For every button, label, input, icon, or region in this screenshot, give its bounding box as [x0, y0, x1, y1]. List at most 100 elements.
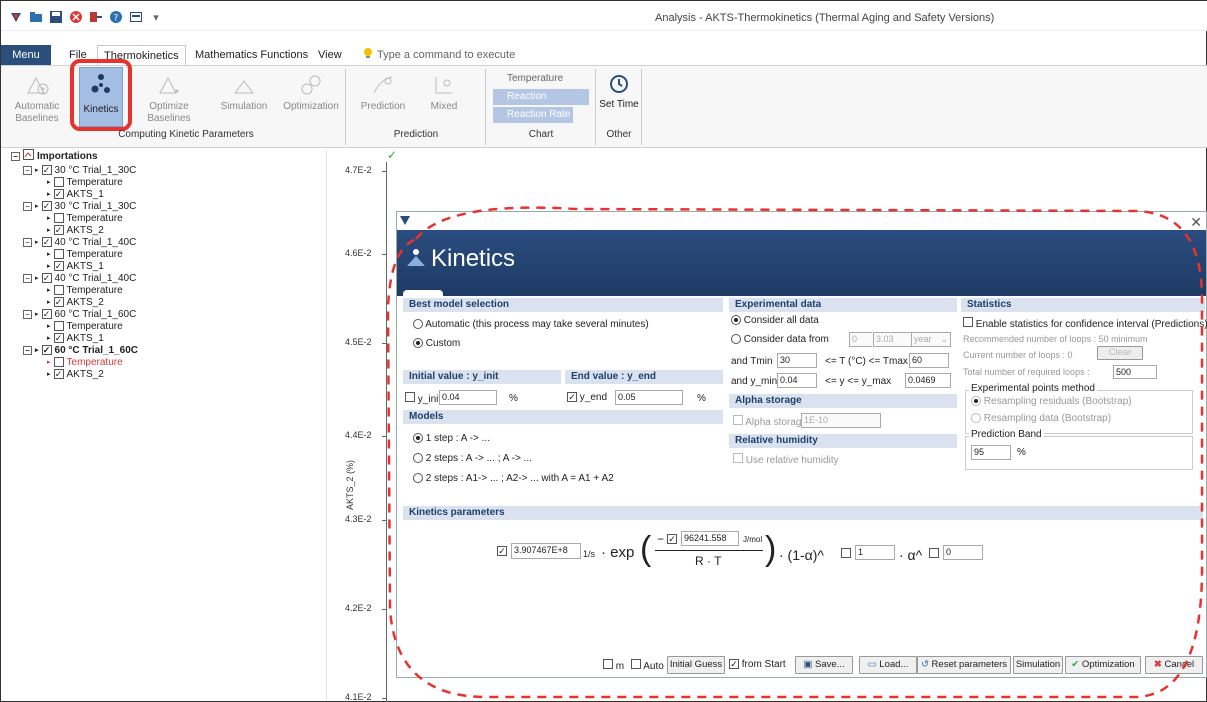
tree-child-checkbox[interactable] [53, 177, 64, 187]
window-icon[interactable] [129, 10, 143, 24]
tree-child-item[interactable]: ▸ Temperature [47, 284, 123, 296]
resampling-residuals-radio[interactable]: Resampling residuals (Bootstrap) [971, 396, 1132, 407]
auto-checkbox[interactable] [631, 659, 641, 669]
alpha-storage-checkbox[interactable] [733, 415, 743, 425]
mixed-button[interactable]: Mixed [421, 73, 467, 113]
consider-all-radio[interactable]: Consider all data [731, 315, 819, 326]
ymin-input[interactable]: 0.04 [777, 373, 817, 388]
from-start-check[interactable]: ✓ from Start [729, 659, 786, 670]
tree-item[interactable]: − ▸ ✓ 60 °C Trial_1_60C [23, 344, 138, 356]
collapse-icon[interactable]: − [11, 151, 20, 161]
tree-child-item[interactable]: ▸ ✓ AKTS_1 [47, 260, 104, 272]
from-start-checkbox[interactable]: ✓ [729, 659, 739, 669]
y-init-check[interactable]: y_init [405, 392, 441, 405]
tree-child-item[interactable]: ▸ ✓ AKTS_1 [47, 332, 104, 344]
resampling-data-radio[interactable]: Resampling data (Bootstrap) [971, 413, 1111, 424]
cancel-button[interactable]: ✖ Cancel [1145, 656, 1203, 674]
tree-child-item[interactable]: ▸ ✓ AKTS_2 [47, 296, 104, 308]
prediction-button[interactable]: Prediction [355, 73, 411, 113]
save-icon[interactable] [49, 10, 63, 24]
m-input[interactable]: 0 [943, 545, 983, 560]
total-loops-input[interactable]: 500 [1113, 365, 1157, 379]
consider-all-radio-icon[interactable] [731, 315, 741, 326]
tree-child-checkbox[interactable]: ✓ [53, 189, 64, 199]
reset-parameters-button[interactable]: ↺ Reset parameters [917, 656, 1011, 674]
a-checkbox[interactable]: ✓ [497, 546, 507, 556]
resampling-data-radio-icon[interactable] [971, 413, 981, 424]
model-2-steps-radio[interactable]: 2 steps : A -> ... ; A -> ... [413, 453, 532, 464]
tree-item-checkbox[interactable]: ✓ [41, 201, 52, 211]
optimization-dialog-button[interactable]: ✔ Optimization [1065, 656, 1141, 674]
relative-humidity-check[interactable]: Use relative humidity [733, 453, 839, 466]
tree-child-item[interactable]: ▸ Temperature [47, 248, 123, 260]
chart-reaction-rate-option[interactable]: Reaction Rate [493, 107, 573, 123]
automatic-baselines-button[interactable]: Automatic Baselines [9, 73, 65, 125]
tree-item-checkbox[interactable]: ✓ [41, 309, 52, 319]
e-checkbox[interactable]: ✓ [667, 534, 677, 544]
menu-button[interactable]: Menu [1, 45, 51, 65]
tree-child-item[interactable]: ▸ Temperature [47, 320, 123, 332]
collapse-icon[interactable]: − [23, 273, 32, 283]
tree-root[interactable]: − Importations [11, 149, 98, 162]
n-checkbox[interactable] [841, 548, 851, 558]
tree-child-item[interactable]: ▸ Temperature [47, 212, 123, 224]
collapse-icon[interactable]: − [23, 201, 32, 211]
tree-child-checkbox[interactable] [53, 213, 64, 223]
tree-child-checkbox[interactable]: ✓ [53, 261, 64, 271]
optimize-baselines-button[interactable]: Optimize Baselines [141, 73, 197, 125]
tree-item[interactable]: − ▸ ✓ 30 °C Trial_1_30C [23, 164, 136, 176]
tmax-input[interactable]: 60 [909, 353, 949, 368]
set-time-button[interactable]: Set Time [599, 73, 639, 111]
resampling-residuals-radio-icon[interactable] [971, 396, 981, 407]
a-input[interactable]: 3.907467E+8 [511, 543, 581, 559]
tree-child-checkbox[interactable]: ✓ [53, 225, 64, 235]
collapse-icon[interactable]: − [23, 165, 32, 175]
ymax-input[interactable]: 0.0469 [905, 373, 951, 388]
y-init-checkbox[interactable] [405, 392, 415, 402]
close-icon[interactable]: ✕ [1190, 214, 1202, 231]
tree-item-checkbox[interactable]: ✓ [41, 273, 52, 283]
simulation-button[interactable]: Simulation [217, 73, 271, 113]
tab-view[interactable]: View [318, 45, 342, 65]
initial-guess-button[interactable]: Initial Guess [667, 656, 725, 674]
n-input[interactable]: 1 [855, 545, 895, 560]
y-init-input[interactable]: 0.04 [439, 390, 497, 405]
m-check[interactable]: m [603, 659, 624, 672]
model-1-radio-icon[interactable] [413, 433, 423, 444]
tree-item[interactable]: − ▸ ✓ 30 °C Trial_1_30C [23, 200, 136, 212]
help-icon[interactable]: ? [109, 10, 123, 24]
y-end-checkbox[interactable]: ✓ [567, 392, 577, 402]
tmin-input[interactable]: 30 [777, 353, 817, 368]
auto-check[interactable]: Auto [631, 659, 664, 672]
enable-statistics-check[interactable]: Enable statistics for confidence interva… [963, 317, 1207, 330]
save-button[interactable]: ▣ Save... [795, 656, 853, 674]
tree-item[interactable]: − ▸ ✓ 60 °C Trial_1_60C [23, 308, 136, 320]
tree-item[interactable]: − ▸ ✓ 40 °C Trial_1_40C [23, 236, 136, 248]
tree-child-item[interactable]: ▸ Temperature [47, 356, 123, 368]
tree-child-item[interactable]: ▸ Temperature [47, 176, 123, 188]
tree-item-checkbox[interactable]: ✓ [41, 345, 52, 355]
tree-child-checkbox[interactable]: ✓ [53, 369, 64, 379]
tree-child-checkbox[interactable]: ✓ [53, 333, 64, 343]
export-icon[interactable] [89, 10, 103, 24]
tree-child-checkbox[interactable] [53, 285, 64, 295]
chart-reaction-progress-option[interactable]: Reaction Progress [493, 89, 589, 118]
model-2-steps-parallel-radio[interactable]: 2 steps : A1-> ... ; A2-> ... with A = A… [413, 473, 614, 484]
tree-child-item[interactable]: ▸ ✓ AKTS_2 [47, 368, 104, 380]
tree-item[interactable]: − ▸ ✓ 40 °C Trial_1_40C [23, 272, 136, 284]
e-input[interactable]: 96241.558 [681, 531, 739, 546]
model-3-radio-icon[interactable] [413, 473, 423, 484]
relative-humidity-checkbox[interactable] [733, 453, 743, 463]
collapse-icon[interactable]: − [23, 237, 32, 247]
m-checkbox[interactable] [929, 548, 939, 558]
tree-child-checkbox[interactable] [53, 249, 64, 259]
open-icon[interactable] [29, 10, 43, 24]
y-end-check[interactable]: ✓ y_end [567, 392, 607, 403]
tree-child-checkbox[interactable]: ✓ [53, 297, 64, 307]
time-unit-select[interactable]: year ⌄ [911, 332, 951, 347]
y-end-input[interactable]: 0.05 [615, 390, 683, 405]
prediction-band-input[interactable]: 95 [971, 445, 1011, 460]
alpha-storage-input[interactable]: 1E-10 [801, 413, 881, 428]
optimization-button[interactable]: Optimization [281, 73, 341, 113]
tree-child-checkbox[interactable] [53, 321, 64, 331]
